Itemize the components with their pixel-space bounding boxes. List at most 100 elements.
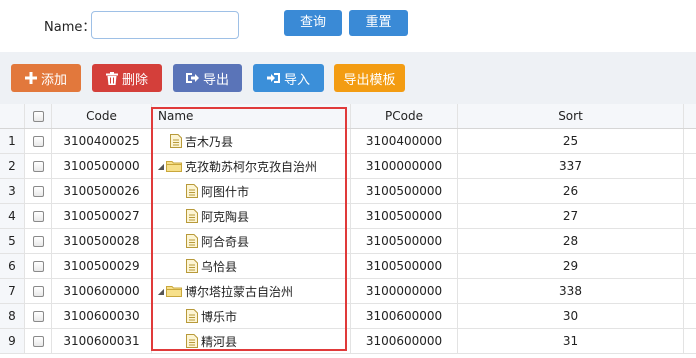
export-template-button[interactable]: 导出模板 (334, 64, 405, 92)
table-row[interactable]: 1 3100400025 吉木乃县 3100400000 25 (0, 129, 696, 154)
delete-button[interactable]: 删除 (92, 64, 162, 92)
query-button[interactable]: 查询 (284, 10, 342, 36)
sort-cell: 337 (458, 154, 684, 178)
file-icon (186, 209, 198, 223)
code-cell: 3100500029 (52, 254, 152, 278)
row-filler (684, 229, 696, 253)
select-all-checkbox[interactable] (32, 110, 44, 122)
name-label: Name： (44, 20, 96, 35)
row-checkbox[interactable] (32, 260, 44, 272)
name-text: 吉木乃县 (185, 134, 234, 149)
name-cell[interactable]: 乌恰县 (152, 254, 351, 278)
row-checkbox-cell[interactable] (25, 179, 52, 203)
row-filler (684, 279, 696, 303)
name-search-input[interactable] (91, 11, 239, 39)
column-header-name[interactable]: Name (152, 104, 351, 128)
name-cell[interactable]: 阿合奇县 (152, 229, 351, 253)
pcode-cell: 3100500000 (351, 179, 458, 203)
row-filler (684, 254, 696, 278)
code-cell: 3100500000 (52, 154, 152, 178)
table-row[interactable]: 8 3100600030 博乐市 3100600000 30 (0, 304, 696, 329)
row-filler (684, 304, 696, 328)
code-cell: 3100600031 (52, 329, 152, 353)
code-cell: 3100600030 (52, 304, 152, 328)
sort-cell: 30 (458, 304, 684, 328)
row-checkbox[interactable] (32, 235, 44, 247)
file-icon (186, 309, 198, 323)
pcode-cell: 3100500000 (351, 204, 458, 228)
row-number: 4 (0, 204, 25, 228)
row-checkbox[interactable] (32, 310, 44, 322)
name-cell[interactable]: ◢ 克孜勒苏柯尔克孜自治州 (152, 154, 351, 178)
sort-cell: 27 (458, 204, 684, 228)
table-row[interactable]: 9 3100600031 精河县 3100600000 31 (0, 329, 696, 354)
sort-cell: 28 (458, 229, 684, 253)
row-number: 6 (0, 254, 25, 278)
column-header-code[interactable]: Code (52, 104, 152, 128)
pcode-cell: 3100000000 (351, 154, 458, 178)
table-row[interactable]: 4 3100500027 阿克陶县 3100500000 27 (0, 204, 696, 229)
file-icon (186, 184, 198, 198)
name-text: 乌恰县 (201, 259, 238, 274)
name-cell[interactable]: 阿图什市 (152, 179, 351, 203)
row-filler (684, 154, 696, 178)
export-label: 导出 (202, 72, 229, 88)
file-icon (186, 334, 198, 348)
plus-icon (24, 72, 37, 84)
row-checkbox-cell[interactable] (25, 254, 52, 278)
name-cell[interactable]: 精河县 (152, 329, 351, 353)
row-checkbox-cell[interactable] (25, 329, 52, 353)
name-cell[interactable]: 吉木乃县 (152, 129, 351, 153)
pcode-cell: 3100600000 (351, 304, 458, 328)
table-row[interactable]: 6 3100500029 乌恰县 3100500000 29 (0, 254, 696, 279)
trash-icon (105, 71, 118, 85)
file-icon (186, 259, 198, 273)
row-checkbox[interactable] (32, 210, 44, 222)
reset-button[interactable]: 重置 (349, 10, 408, 36)
table-row[interactable]: 3 3100500026 阿图什市 3100500000 26 (0, 179, 696, 204)
import-button[interactable]: 导入 (253, 64, 324, 92)
table-row[interactable]: 7 3100600000 ◢ 博尔塔拉蒙古自治州 3100000000 338 (0, 279, 696, 304)
toolbar: 添加 删除 导出 导入 导出模板 (0, 52, 696, 104)
select-all-checkbox-cell[interactable] (25, 104, 52, 128)
name-text: 精河县 (201, 334, 238, 349)
row-filler (684, 129, 696, 153)
add-button[interactable]: 添加 (11, 64, 81, 92)
row-filler (684, 179, 696, 203)
header-filler (684, 104, 696, 128)
row-checkbox[interactable] (32, 160, 44, 172)
expand-toggle-icon[interactable]: ◢ (156, 162, 166, 171)
expand-toggle-icon[interactable]: ◢ (156, 287, 166, 296)
row-number-header (0, 104, 25, 128)
row-checkbox-cell[interactable] (25, 129, 52, 153)
name-text: 克孜勒苏柯尔克孜自治州 (185, 159, 318, 174)
name-cell[interactable]: 阿克陶县 (152, 204, 351, 228)
folder-icon (166, 285, 182, 297)
row-checkbox[interactable] (32, 285, 44, 297)
name-cell[interactable]: 博乐市 (152, 304, 351, 328)
name-text: 阿图什市 (201, 184, 250, 199)
row-checkbox-cell[interactable] (25, 204, 52, 228)
pcode-cell: 3100500000 (351, 229, 458, 253)
column-header-sort[interactable]: Sort (458, 104, 684, 128)
sort-cell: 29 (458, 254, 684, 278)
row-checkbox[interactable] (32, 185, 44, 197)
export-button[interactable]: 导出 (173, 64, 242, 92)
row-number: 2 (0, 154, 25, 178)
file-icon (170, 134, 182, 148)
pcode-cell: 3100500000 (351, 254, 458, 278)
table-row[interactable]: 5 3100500028 阿合奇县 3100500000 28 (0, 229, 696, 254)
name-text: 阿克陶县 (201, 209, 250, 224)
row-checkbox-cell[interactable] (25, 229, 52, 253)
row-checkbox[interactable] (32, 335, 44, 347)
code-cell: 3100500028 (52, 229, 152, 253)
name-cell[interactable]: ◢ 博尔塔拉蒙古自治州 (152, 279, 351, 303)
folder-icon (166, 160, 182, 172)
row-checkbox[interactable] (32, 135, 44, 147)
row-checkbox-cell[interactable] (25, 154, 52, 178)
table-row[interactable]: 2 3100500000 ◢ 克孜勒苏柯尔克孜自治州 3100000000 337 (0, 154, 696, 179)
row-checkbox-cell[interactable] (25, 304, 52, 328)
column-header-pcode[interactable]: PCode (351, 104, 458, 128)
row-checkbox-cell[interactable] (25, 279, 52, 303)
file-icon (186, 234, 198, 248)
